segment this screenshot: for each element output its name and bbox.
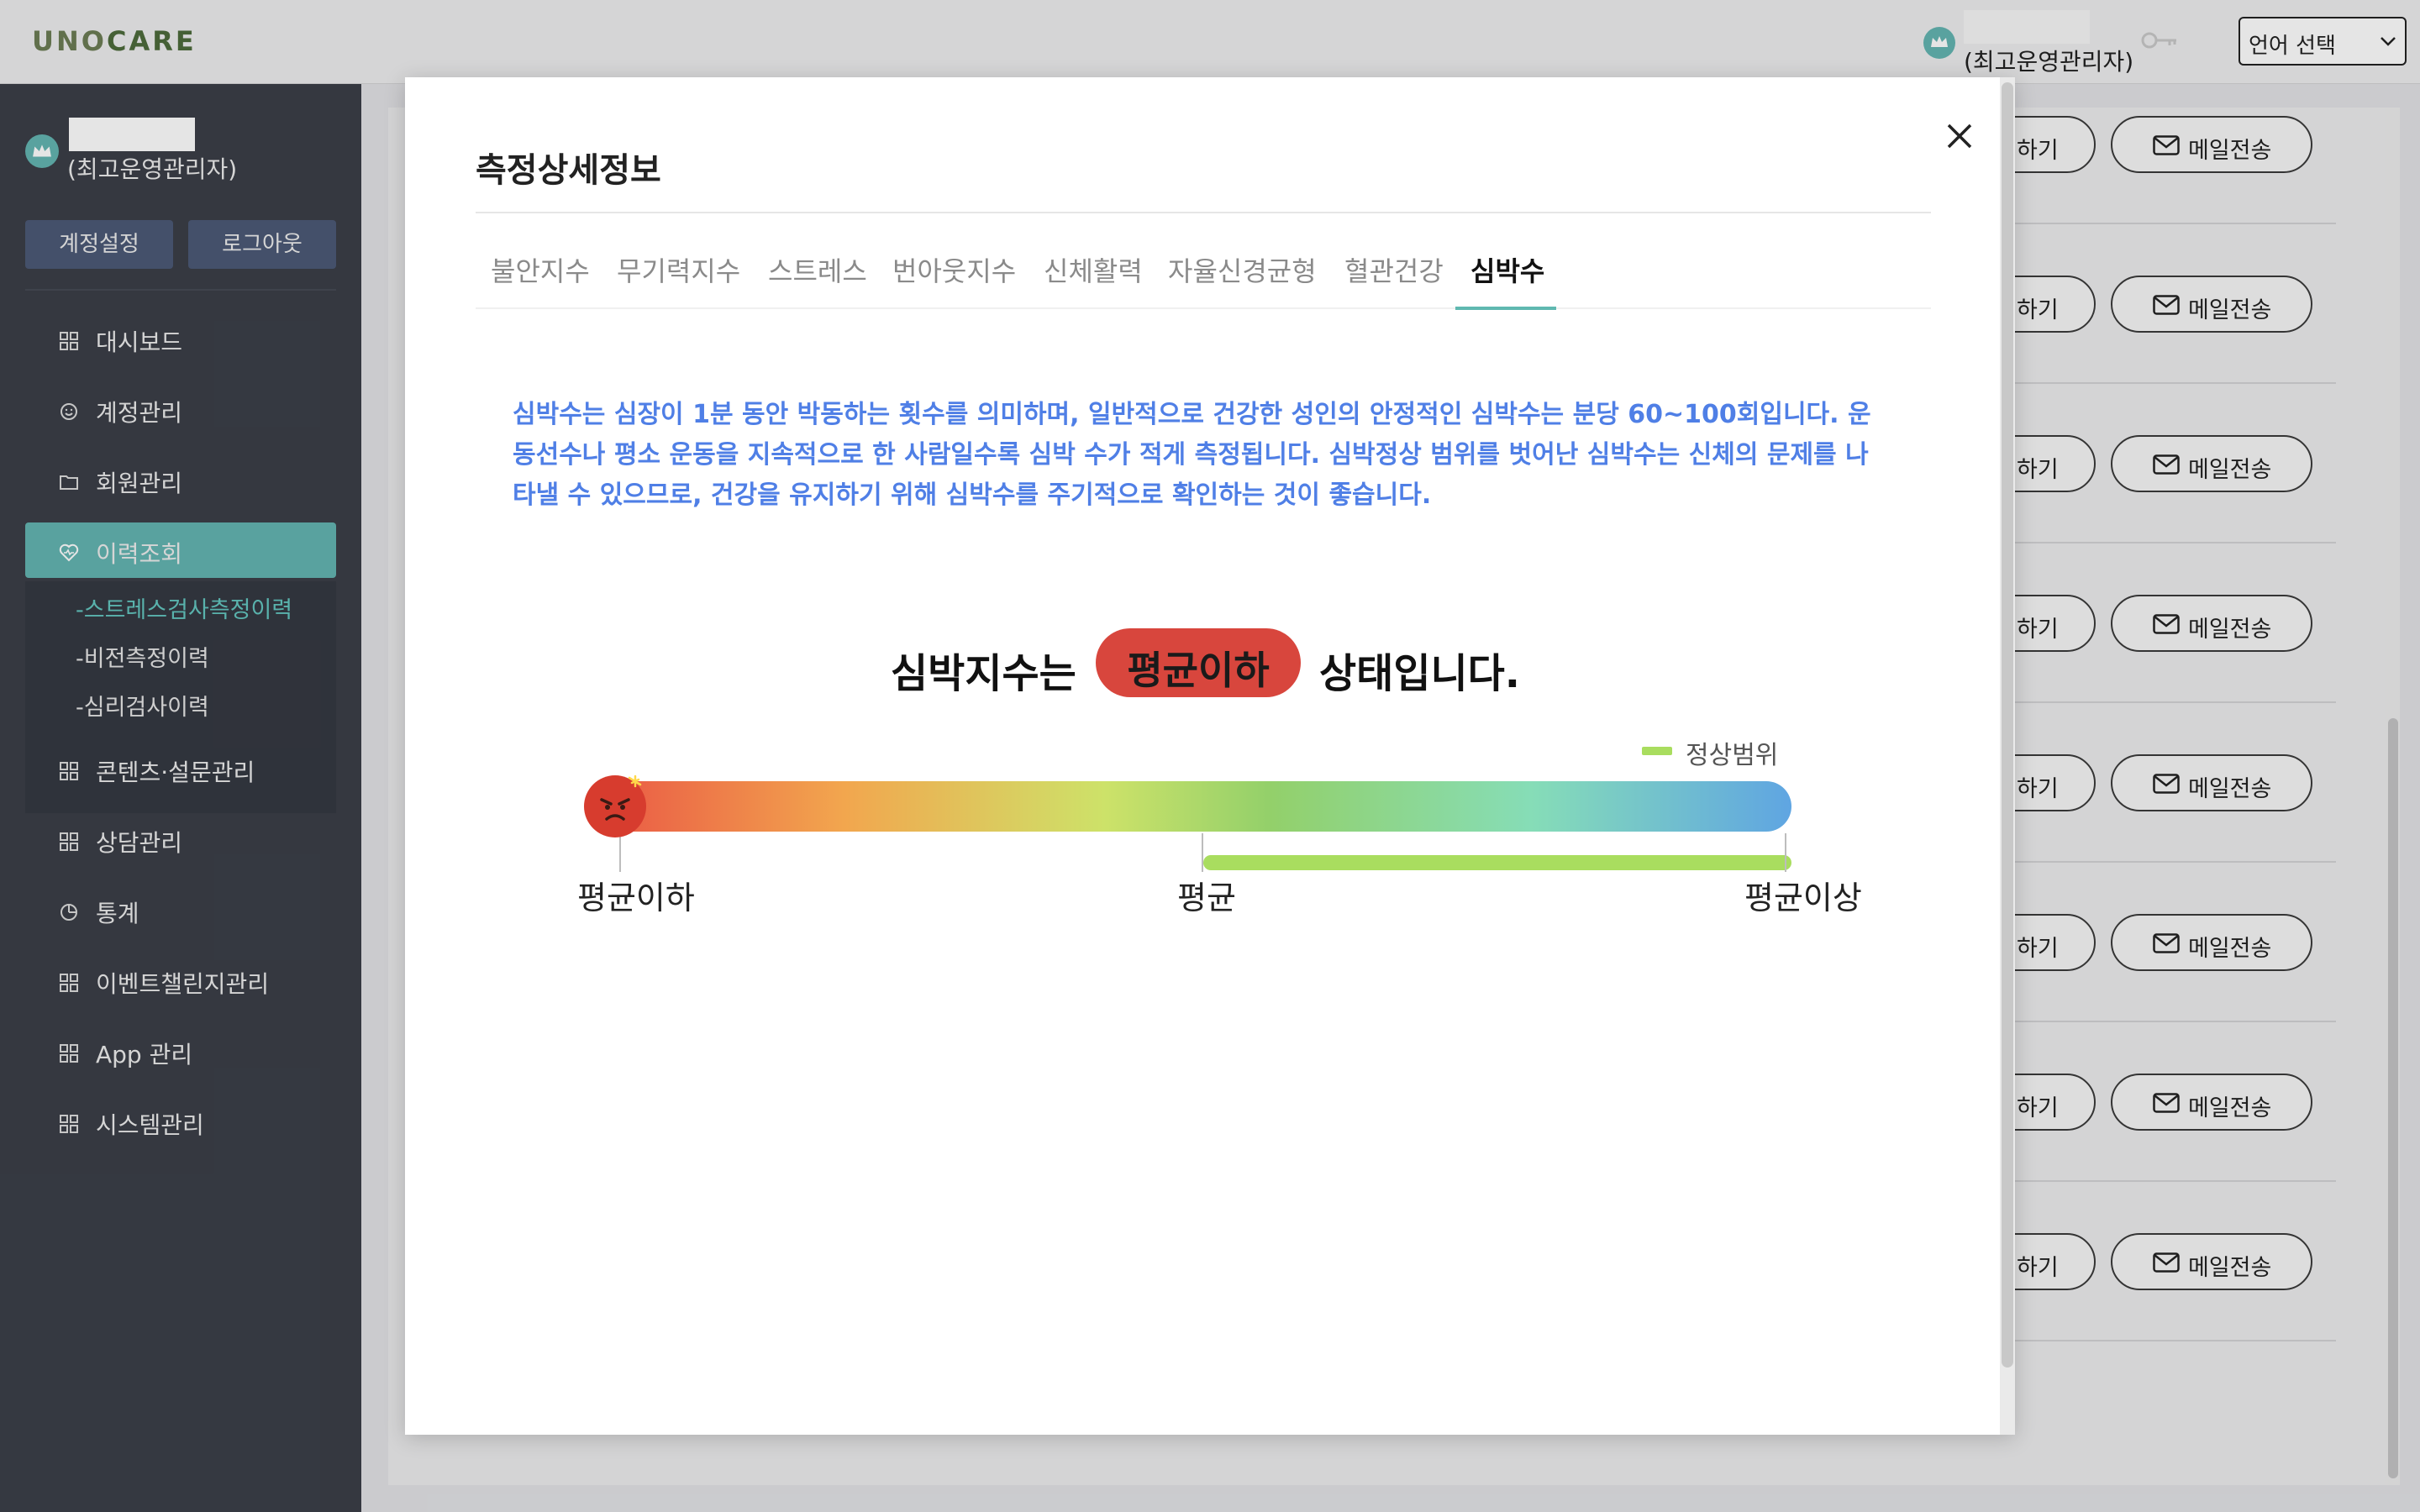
- active-tab-indicator: [1455, 307, 1556, 310]
- tab-autonomic-balance[interactable]: 자율신경균형: [1168, 250, 1317, 289]
- gauge-tick-low: [619, 833, 621, 872]
- modal-scrollbar-thumb[interactable]: [2002, 82, 2013, 1368]
- tab-stress[interactable]: 스트레스: [768, 250, 867, 289]
- heart-rate-description: 심박수는 심장이 1분 동안 박동하는 횟수를 의미하며, 일반적으로 건강한 …: [513, 400, 1871, 510]
- gauge-tick-mid: [1202, 833, 1203, 872]
- normal-range-legend-label: 정상범위: [1686, 741, 1779, 770]
- modal-title: 측정상세정보: [476, 151, 661, 190]
- angry-face-icon: [583, 773, 649, 838]
- heart-rate-gauge-bar: [607, 781, 1791, 832]
- normal-range-legend-swatch: [1642, 747, 1672, 755]
- tab-physical-vitality[interactable]: 신체활력: [1044, 250, 1143, 289]
- status-badge-label: 평균이하: [1127, 648, 1270, 693]
- status-sentence: 심박지수는 평균이하 상태입니다.: [405, 628, 2002, 704]
- gauge-label-low: 평균이하: [577, 879, 695, 916]
- title-divider: [476, 212, 1931, 213]
- modal-scrollbar[interactable]: [2000, 77, 2015, 1435]
- measurement-detail-modal: 측정상세정보 불안지수 무기력지수 스트레스 번아웃지수 신체활력 자율신경균형…: [405, 77, 2015, 1435]
- normal-range-bar: [1203, 855, 1791, 870]
- gauge-tick-high: [1785, 833, 1786, 872]
- tab-lethargy[interactable]: 무기력지수: [617, 250, 740, 289]
- tab-vascular-health[interactable]: 혈관건강: [1344, 250, 1444, 289]
- gauge-label-high: 평균이상: [1744, 879, 1862, 916]
- status-badge: 평균이하: [1096, 628, 1301, 697]
- gauge-label-mid: 평균: [1177, 879, 1236, 916]
- tab-anxiety[interactable]: 불안지수: [491, 250, 590, 289]
- tab-heart-rate[interactable]: 심박수: [1470, 250, 1544, 289]
- tab-burnout[interactable]: 번아웃지수: [892, 250, 1016, 289]
- status-suffix: 상태입니다.: [1319, 650, 1521, 697]
- close-icon: [1947, 123, 1972, 149]
- status-prefix: 심박지수는: [891, 650, 1076, 697]
- close-button[interactable]: [1934, 111, 1985, 161]
- tab-divider: [476, 307, 1931, 309]
